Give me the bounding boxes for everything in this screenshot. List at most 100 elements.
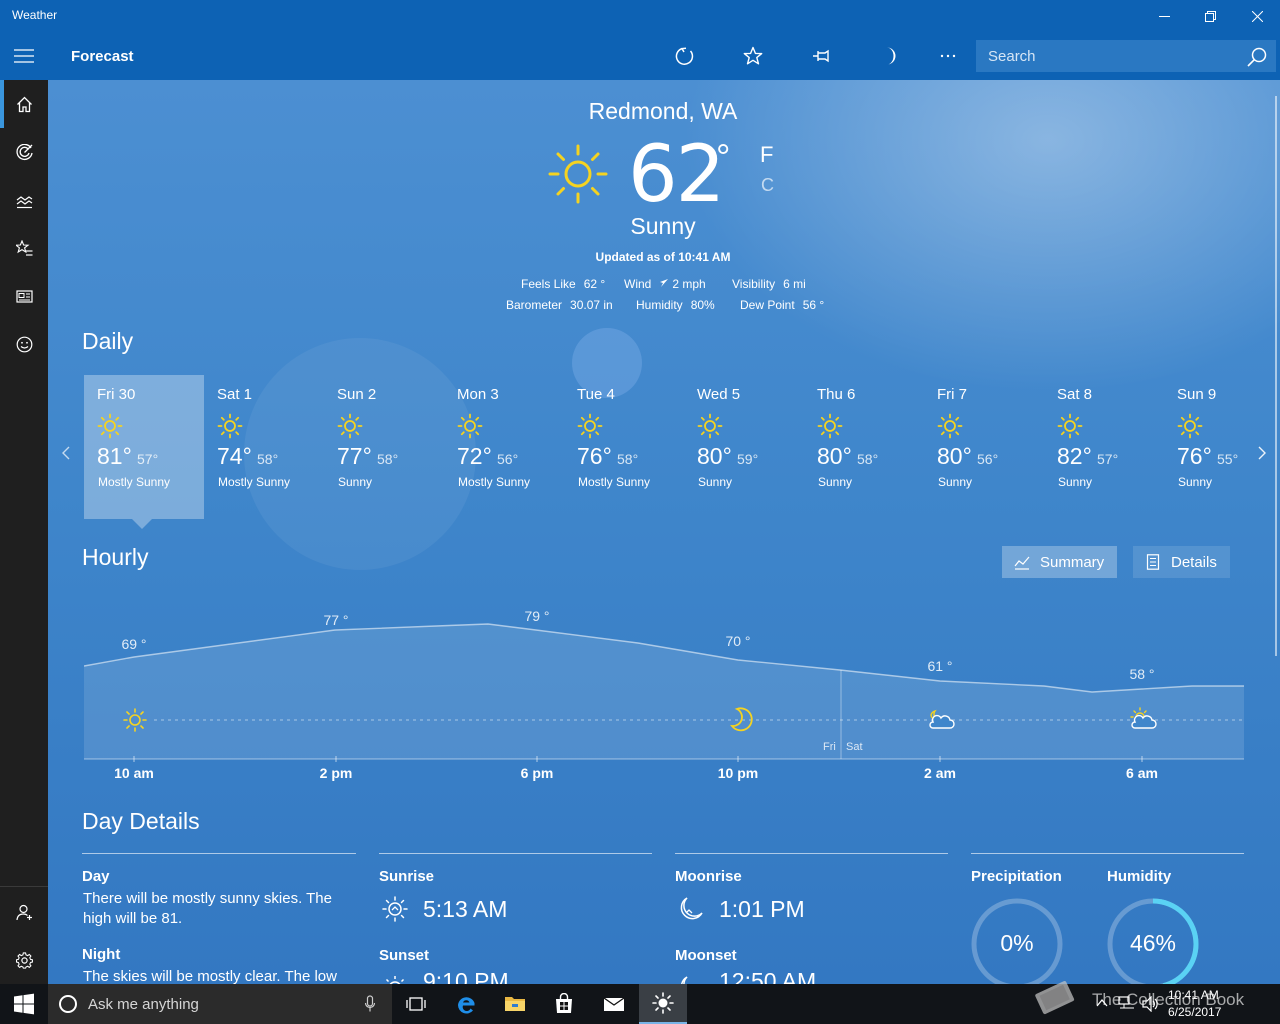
low-temp: 56° [497,451,519,467]
gear-icon [15,951,33,969]
degree-symbol: ° [716,136,731,177]
minimize-icon [1158,15,1170,17]
low-temp: 58° [617,451,639,467]
sidebar-item-places[interactable] [0,224,48,272]
high-temp: 76° [577,443,612,469]
low-temp: 58° [857,451,879,467]
more-button[interactable] [928,36,968,76]
taskbar-edge[interactable] [442,984,490,1024]
sunrise-label: Sunrise [379,868,435,885]
daily-item[interactable]: Sun 9 76° 55° Sunny [1164,375,1280,519]
sidebar-item-account[interactable] [0,888,48,936]
search-input[interactable] [976,40,1236,72]
sunrise-time: 5:13 AM [423,896,508,922]
cortana-icon [59,995,77,1013]
daily-item[interactable]: Mon 3 72° 56° Mostly Sunny [444,375,564,519]
sun-icon [1177,413,1203,439]
account-icon [15,904,32,920]
moonset-time: 12:50 AM [719,970,817,984]
menu-button[interactable] [0,32,48,80]
day-name: Sun 9 [1177,386,1217,403]
daily-item[interactable]: Thu 6 80° 58° Sunny [804,375,924,519]
feels-like: Feels Like 62 ° [521,277,606,291]
daily-item[interactable]: Tue 4 76° 58° Mostly Sunny [564,375,684,519]
day-name: Sat 8 [1057,386,1093,403]
start-button[interactable] [0,984,48,1024]
sun-icon [548,144,608,204]
daily-item[interactable]: Fri 7 80° 56° Sunny [924,375,1044,519]
low-temp: 55° [1217,451,1239,467]
daily-item[interactable]: Fri 30 81° 57° Mostly Sunny [84,375,204,519]
daily-item[interactable]: Sun 2 77° 58° Sunny [324,375,444,519]
time-label: 10 pm [718,765,758,781]
high-temp: 74° [217,443,252,469]
time-label: 2 pm [320,765,353,781]
more-icon [940,54,956,58]
close-button[interactable] [1234,0,1280,32]
daily-item[interactable]: Wed 5 80° 59° Sunny [684,375,804,519]
task-view-button[interactable] [392,984,440,1024]
network-icon[interactable] [1118,996,1136,1012]
column-divider [379,853,652,854]
barometer: Barometer 30.07 in [506,298,613,312]
details-label: Details [1171,553,1217,571]
taskbar-weather[interactable] [639,984,687,1024]
details-button[interactable]: Details [1133,546,1230,578]
sidebar-item-feedback[interactable] [0,320,48,368]
low-temp: 57° [137,451,159,467]
favorites-list-icon [15,239,32,256]
sidebar-item-historical[interactable] [0,176,48,224]
chevron-up-icon[interactable] [1096,998,1108,1008]
refresh-button[interactable] [665,36,705,76]
sunset-label: Sunset [379,947,430,964]
unit-fahrenheit[interactable]: F [760,142,773,168]
high-temp: 80° [817,443,852,469]
high-temp: 82° [1057,443,1092,469]
sun-icon [337,413,363,439]
daily-item[interactable]: Sat 1 74° 58° Mostly Sunny [204,375,324,519]
sidebar-item-news[interactable] [0,272,48,320]
taskbar-mail[interactable] [590,984,638,1024]
sun-icon [97,413,123,439]
moon-icon [887,47,896,65]
microphone-icon[interactable] [364,995,376,1013]
minimize-button[interactable] [1141,0,1187,32]
favorite-button[interactable] [733,36,773,76]
moonrise-icon [680,897,703,920]
hourly-title: Hourly [82,544,149,570]
sidebar-item-maps[interactable] [0,128,48,176]
chevron-left-icon[interactable] [60,445,72,461]
daily-item[interactable]: Sat 8 82° 57° Sunny [1044,375,1164,519]
unit-celsius[interactable]: C [761,175,774,196]
high-temp: 81° [97,443,132,469]
day-name: Fri 7 [937,386,967,403]
updated-time: Updated as of 10:41 AM [595,250,731,264]
humidity-value: 46% [1129,930,1177,956]
day-condition: Mostly Sunny [218,475,291,489]
folder-icon [505,997,525,1011]
restore-button[interactable] [1187,0,1233,32]
current-condition: Sunny [630,213,696,239]
clock-date[interactable]: 6/25/2017 [1168,1005,1221,1019]
volume-icon[interactable] [1142,996,1160,1012]
low-temp: 59° [737,451,759,467]
sidebar-item-forecast[interactable] [0,80,48,128]
day-name: Mon 3 [457,386,499,403]
clock-time[interactable]: 10:41 AM [1168,988,1219,1002]
radar-icon [15,143,33,160]
day-condition: Sunny [338,475,373,489]
pin-button[interactable] [802,36,842,76]
summary-button[interactable]: Summary [1002,546,1117,578]
taskbar-store[interactable] [540,984,588,1024]
column-divider [675,853,948,854]
cortana-input[interactable] [88,984,348,1024]
refresh-icon [675,47,694,65]
search-icon[interactable] [1246,46,1268,68]
taskbar-file-explorer[interactable] [491,984,539,1024]
sun-icon [457,413,483,439]
hourly-temp-label: 69 ° [121,636,146,652]
sidebar-item-settings[interactable] [0,936,48,984]
day-name: Tue 4 [577,386,615,403]
close-icon [1251,10,1263,22]
dark-mode-button[interactable] [869,36,909,76]
